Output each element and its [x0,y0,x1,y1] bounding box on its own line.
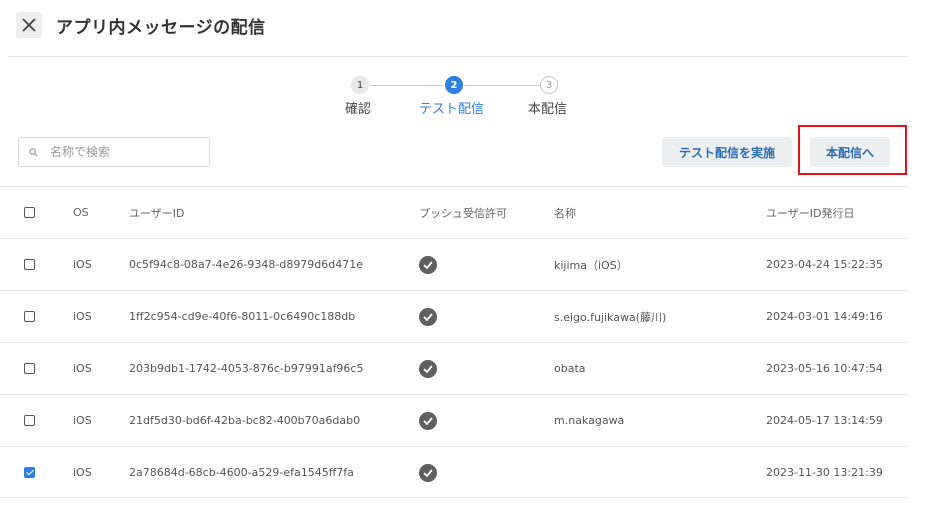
close-icon [22,18,36,32]
check-circle-icon [419,359,437,378]
row-user-id: 21df5d30-bd6f-42ba-bc82-400b70a6dab0 [129,414,361,427]
step-2-label: テスト配信 [419,102,485,117]
step-3-label: 本配信 [528,102,568,117]
row-os: iOS [73,362,92,375]
table-row[interactable]: iOS 203b9db1-1742-4053-876c-b97991af96c5… [0,342,908,394]
row-issued-date: 2023-04-24 15:22:35 [766,258,883,271]
row-checkbox[interactable] [24,363,35,374]
header-issued-date: ユーザーID発行日 [766,206,855,220]
step-connector [371,85,443,86]
row-checkbox[interactable] [24,311,35,322]
step-1-number: 1 [351,76,369,94]
header-push-permission: プッシュ受信許可 [419,206,507,220]
step-connector [464,85,540,86]
row-os: iOS [73,258,92,271]
table-row[interactable]: iOS 21df5d30-bd6f-42ba-bc82-400b70a6dab0… [0,394,908,446]
row-checkbox[interactable] [24,415,35,426]
select-all-checkbox[interactable] [24,207,35,218]
check-circle-icon [419,463,437,482]
check-circle-icon [419,255,437,274]
row-issued-date: 2023-11-30 13:21:39 [766,466,883,479]
header-user-id: ユーザーID [129,206,185,220]
search-icon [29,147,38,157]
row-issued-date: 2023-05-16 10:47:54 [766,362,883,375]
stepper: 1 確認 2 テスト配信 3 本配信 [330,76,590,117]
table-header-row: OS ユーザーID プッシュ受信許可 名称 ユーザーID発行日 [0,186,908,238]
row-os: iOS [73,414,92,427]
table-row[interactable]: iOS 0c5f94c8-08a7-4e26-9348-d8979d6d471e… [0,238,908,290]
step-1-label: 確認 [345,102,372,117]
row-os: iOS [73,466,92,479]
step-2-number: 2 [445,76,463,94]
row-checkbox[interactable] [24,467,35,478]
row-checkbox[interactable] [24,259,35,270]
table-row[interactable]: iOS 2a78684d-68cb-4600-a529-efa1545ff7fa… [0,446,908,498]
row-issued-date: 2024-05-17 13:14:59 [766,414,883,427]
header-divider [8,56,908,57]
check-circle-icon [419,307,437,326]
table-row[interactable]: iOS 1ff2c954-cd9e-40f6-8011-0c6490c188db… [0,290,908,342]
header: アプリ内メッセージの配信 [0,0,930,56]
test-send-button[interactable]: テスト配信を実施 [662,137,792,167]
check-circle-icon [419,411,437,430]
user-table: OS ユーザーID プッシュ受信許可 名称 ユーザーID発行日 iOS 0c5f… [0,186,908,498]
row-name: s.eigo.fujikawa(藤川) [554,310,667,324]
row-issued-date: 2024-03-01 14:49:16 [766,310,883,323]
row-user-id: 203b9db1-1742-4053-876c-b97991af96c5 [129,362,364,375]
row-name: m.nakagawa [554,414,625,427]
search-input[interactable] [48,144,202,160]
header-name: 名称 [554,206,576,220]
row-user-id: 2a78684d-68cb-4600-a529-efa1545ff7fa [129,466,354,479]
row-name: obata [554,362,586,375]
row-name: kijima（iOS） [554,258,628,272]
close-button[interactable] [16,12,42,38]
step-3-number: 3 [540,76,558,94]
row-os: iOS [73,310,92,323]
search-box[interactable] [18,137,210,167]
header-os: OS [73,206,89,219]
row-user-id: 0c5f94c8-08a7-4e26-9348-d8979d6d471e [129,258,364,271]
row-user-id: 1ff2c954-cd9e-40f6-8011-0c6490c188db [129,310,356,323]
highlight-box [798,125,907,175]
page-title: アプリ内メッセージの配信 [56,18,266,38]
